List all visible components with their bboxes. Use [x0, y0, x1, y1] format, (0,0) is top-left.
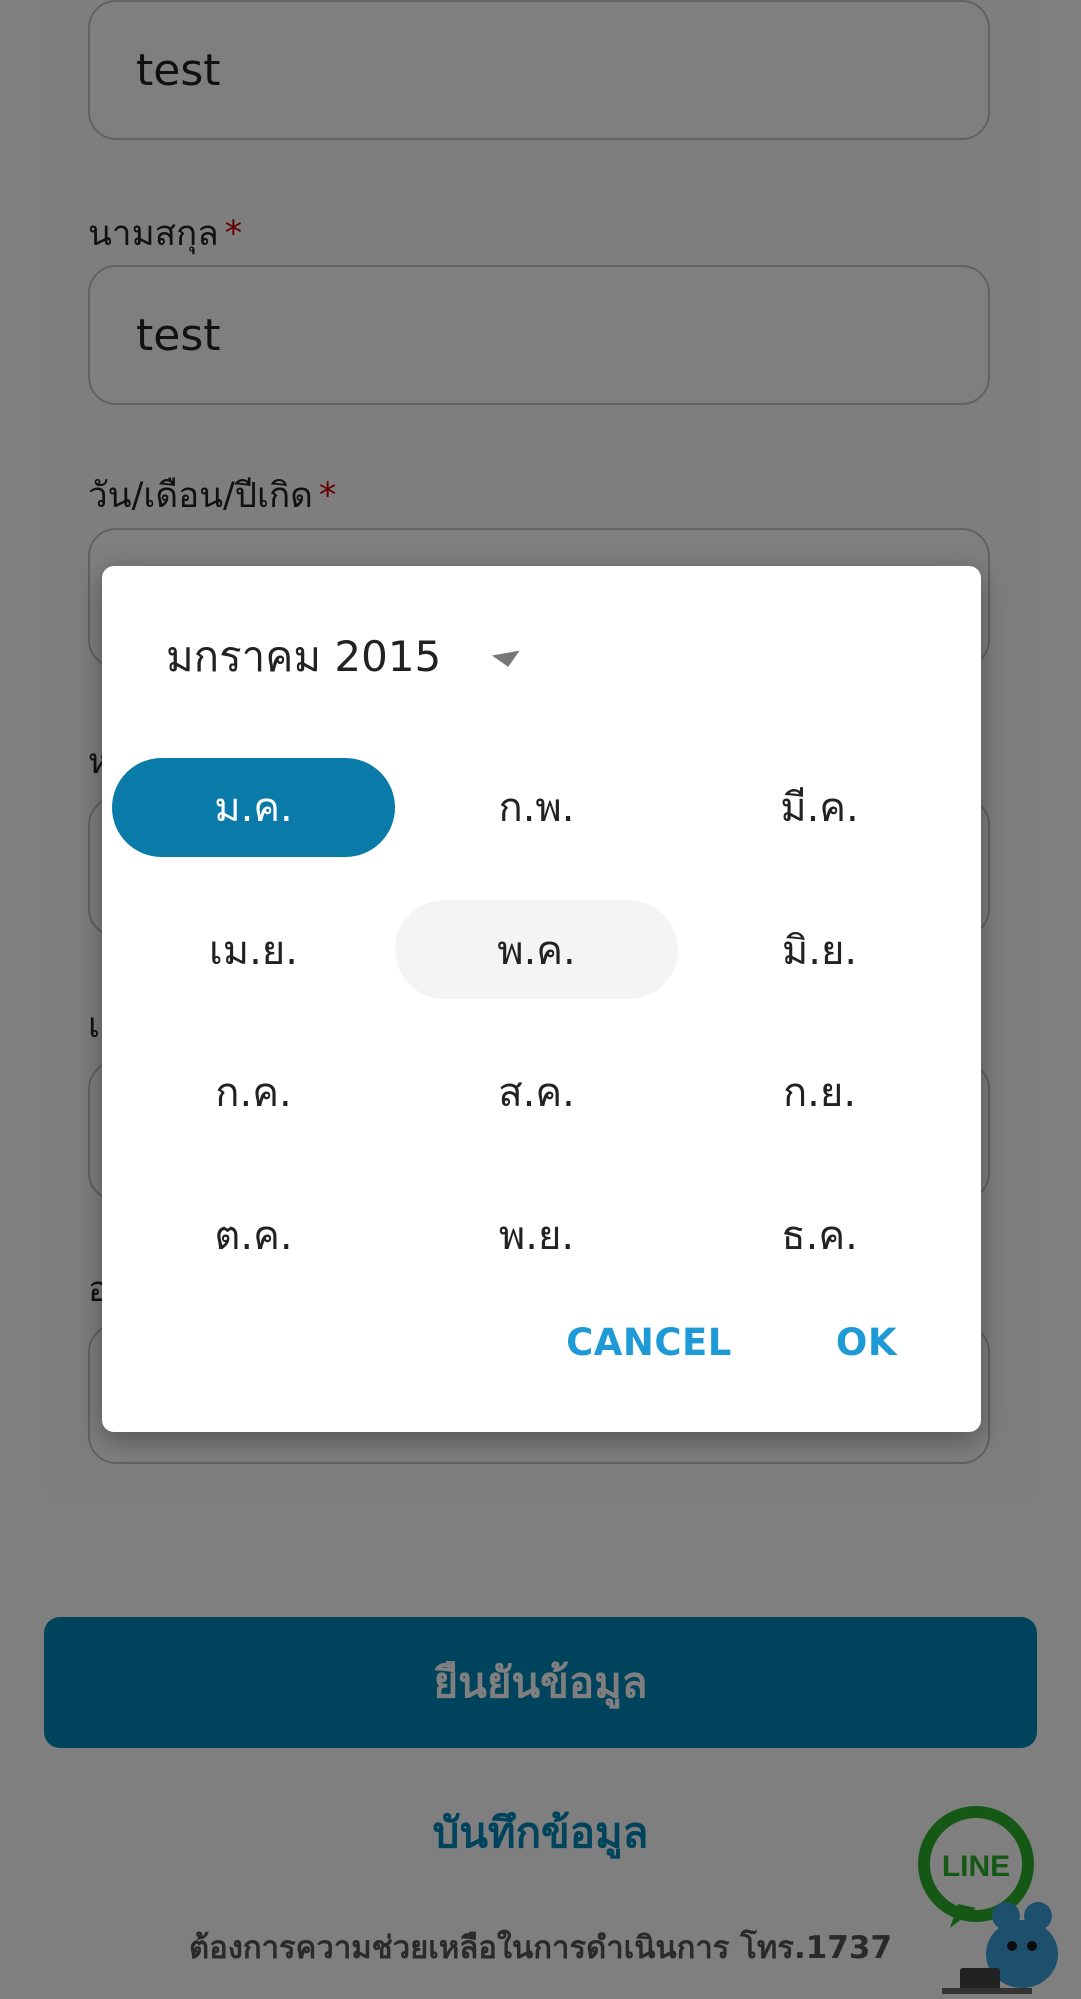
- ok-button[interactable]: OK: [816, 1301, 917, 1384]
- dialog-actions: CANCEL OK: [546, 1301, 917, 1384]
- month-picker-dialog: มกราคม 2015 ม.ค. ก.พ. มี.ค. เม.ย. พ.ค. ม…: [102, 566, 981, 1432]
- month-label: ก.พ.: [498, 785, 575, 832]
- month-grid: ม.ค. ก.พ. มี.ค. เม.ย. พ.ค. มิ.ย. ก.ค. ส.…: [112, 736, 961, 1306]
- month-apr[interactable]: เม.ย.: [112, 879, 395, 1022]
- month-nov[interactable]: พ.ย.: [395, 1164, 678, 1307]
- month-jan[interactable]: ม.ค.: [112, 736, 395, 879]
- month-year-label: มกราคม 2015: [166, 632, 442, 681]
- month-mar[interactable]: มี.ค.: [678, 736, 961, 879]
- month-label: ก.ค.: [215, 1070, 292, 1117]
- cancel-button[interactable]: CANCEL: [546, 1301, 752, 1384]
- month-label: พ.ย.: [498, 1212, 575, 1259]
- month-oct[interactable]: ต.ค.: [112, 1164, 395, 1307]
- month-label: ม.ค.: [112, 757, 395, 857]
- month-may[interactable]: พ.ค.: [395, 879, 678, 1022]
- dropdown-caret-icon: [492, 650, 523, 670]
- month-label: ธ.ค.: [781, 1212, 858, 1259]
- month-aug[interactable]: ส.ค.: [395, 1021, 678, 1164]
- month-dec[interactable]: ธ.ค.: [678, 1164, 961, 1307]
- month-jun[interactable]: มิ.ย.: [678, 879, 961, 1022]
- month-sep[interactable]: ก.ย.: [678, 1021, 961, 1164]
- month-label: มี.ค.: [780, 785, 859, 832]
- month-label: พ.ค.: [395, 900, 678, 1000]
- month-label: เม.ย.: [209, 927, 298, 974]
- month-label: ก.ย.: [782, 1070, 857, 1117]
- month-label: ต.ค.: [214, 1212, 293, 1259]
- month-label: ส.ค.: [498, 1070, 575, 1117]
- month-year-selector[interactable]: มกราคม 2015: [166, 624, 523, 690]
- month-feb[interactable]: ก.พ.: [395, 736, 678, 879]
- page: test นามสกุล* test วัน/เดือน/ปีเกิด* ห เ…: [0, 0, 1081, 1999]
- month-label: มิ.ย.: [781, 927, 858, 974]
- month-jul[interactable]: ก.ค.: [112, 1021, 395, 1164]
